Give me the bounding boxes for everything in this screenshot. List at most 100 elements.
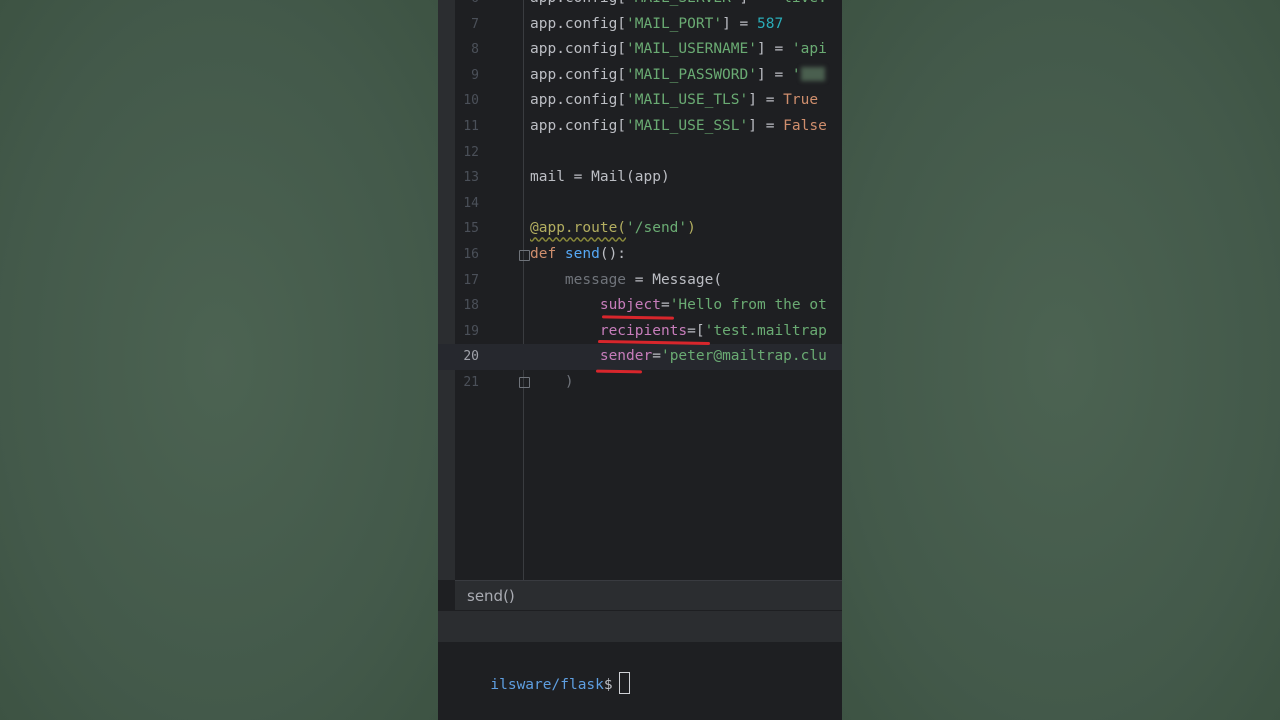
code-text: ) [530,370,574,396]
code-token: 'MAIL_USERNAME' [626,41,757,58]
breadcrumb-item[interactable]: send() [467,587,515,605]
code-token: ) [564,374,574,390]
terminal-cursor [618,672,630,694]
code-token: = Message( [626,271,723,288]
code-token: 'api [791,41,827,58]
terminal-prompt[interactable]: ilsware/flask$ [438,646,630,720]
code-editor[interactable]: 6app.config['MAIL_SERVER'] = 'live.7app.… [438,0,842,580]
code-token: mail = Mail(app) [530,169,670,186]
code-token: 'MAIL_PASSWORD' [626,66,757,83]
line-number: 16 [463,247,479,262]
terminal-panel[interactable]: ilsware/flask$ [438,642,842,720]
code-token: app.config[ [530,66,627,83]
code-token: 'Hello from the ot [669,297,827,314]
line-number: 14 [463,195,479,211]
breadcrumb[interactable]: send() [455,580,842,610]
ide-window: 6app.config['MAIL_SERVER'] = 'live.7app.… [438,0,842,720]
code-token: False [783,118,827,134]
code-line[interactable]: 16 def send(): [438,242,842,268]
code-token: =[ [687,322,705,339]
line-number: 7 [471,16,479,32]
code-token: True [783,92,819,109]
code-token: ] = [722,15,757,32]
background-left [0,0,438,720]
code-token: ] = [740,0,775,6]
code-line[interactable]: 9 app.config['MAIL_PASSWORD'] = ' [438,63,842,89]
code-token: ] = [756,66,792,83]
code-token: ] = [756,41,792,58]
code-token: 'MAIL_PORT' [626,15,723,32]
code-token: def [530,246,565,262]
code-text: subject='Hello from the ot [530,293,827,319]
line-number: 17 [463,272,479,288]
code-line[interactable]: 11 app.config['MAIL_USE_SSL'] = False [438,114,842,140]
code-token: ) [687,220,696,237]
code-token: 'peter@mailtrap.clu [660,348,827,365]
code-text: app.config['MAIL_USERNAME'] = 'api [530,37,827,63]
code-token: = [652,348,661,365]
code-line[interactable]: 17 message = Message( [438,268,842,294]
code-text: app.config['MAIL_USE_TLS'] = True [530,88,818,114]
code-token: 587 [756,15,784,32]
line-number: 12 [463,144,479,160]
code-token: (): [599,246,627,262]
code-token: @app.route( [530,220,627,237]
line-number: 6 [455,0,479,12]
terminal-toolbar [438,610,842,643]
code-line[interactable]: 12 [438,140,842,166]
code-token: ' [791,66,801,83]
code-text: app.config['MAIL_SERVER'] = 'live. [530,0,827,12]
code-token: 'MAIL_SERVER' [626,0,740,6]
code-line[interactable]: 8 app.config['MAIL_USERNAME'] = 'api [438,37,842,63]
line-number: 13 [463,170,479,186]
background-right [842,0,1280,720]
line-number: 8 [471,42,479,58]
code-token: send [564,246,600,262]
line-number: 10 [463,93,479,109]
code-token: recipients [599,322,688,339]
code-text: app.config['MAIL_PORT'] = 587 [530,12,783,38]
code-token: = [660,297,670,314]
code-text: sender='peter@mailtrap.clu [530,344,827,370]
code-line[interactable]: 6 app.config['MAIL_SERVER'] = 'live. [438,0,842,12]
line-number: 20 [463,349,479,365]
fold-marker-def-icon[interactable] [519,250,530,261]
code-text: @app.route('/send') [530,216,696,242]
code-line[interactable]: 7 app.config['MAIL_PORT'] = 587 [438,12,842,38]
terminal-path: ilsware/flask [490,677,604,693]
line-number: 18 [463,298,479,314]
code-token: app.config[ [530,118,627,134]
line-number: 11 [463,119,479,134]
line-number: 9 [471,67,479,83]
code-line[interactable]: 15 @app.route('/send') [438,216,842,242]
code-text: message = Message( [530,268,722,294]
code-token: 'MAIL_USE_TLS' [626,92,749,109]
line-number: 15 [463,221,479,237]
code-token: ] = [748,118,784,134]
code-token: message [564,271,627,288]
code-token: app.config[ [530,0,626,6]
code-line[interactable]: 20 sender='peter@mailtrap.clu [438,344,842,370]
code-token: app.config[ [530,15,627,32]
code-line[interactable]: 18 subject='Hello from the ot [438,293,842,319]
code-text: app.config['MAIL_USE_SSL'] = False [530,114,827,140]
code-line[interactable]: 21 ) [438,370,842,396]
code-token: 'MAIL_USE_SSL' [626,118,749,134]
fold-marker-end-icon[interactable] [519,377,530,388]
code-token: subject [599,297,661,314]
code-line[interactable]: 13 mail = Mail(app) [438,165,842,191]
line-number: 19 [463,323,479,339]
code-text: app.config['MAIL_PASSWORD'] = ' [530,63,825,89]
line-number: 21 [463,375,479,390]
code-line[interactable]: 14 [438,191,842,217]
code-token: '/send' [626,220,688,237]
code-token: app.config[ [530,41,627,58]
code-line[interactable]: 10 app.config['MAIL_USE_TLS'] = True [438,88,842,114]
code-token: 'live. [774,0,826,6]
redacted-password [800,66,825,81]
terminal-dollar: $ [603,677,613,693]
